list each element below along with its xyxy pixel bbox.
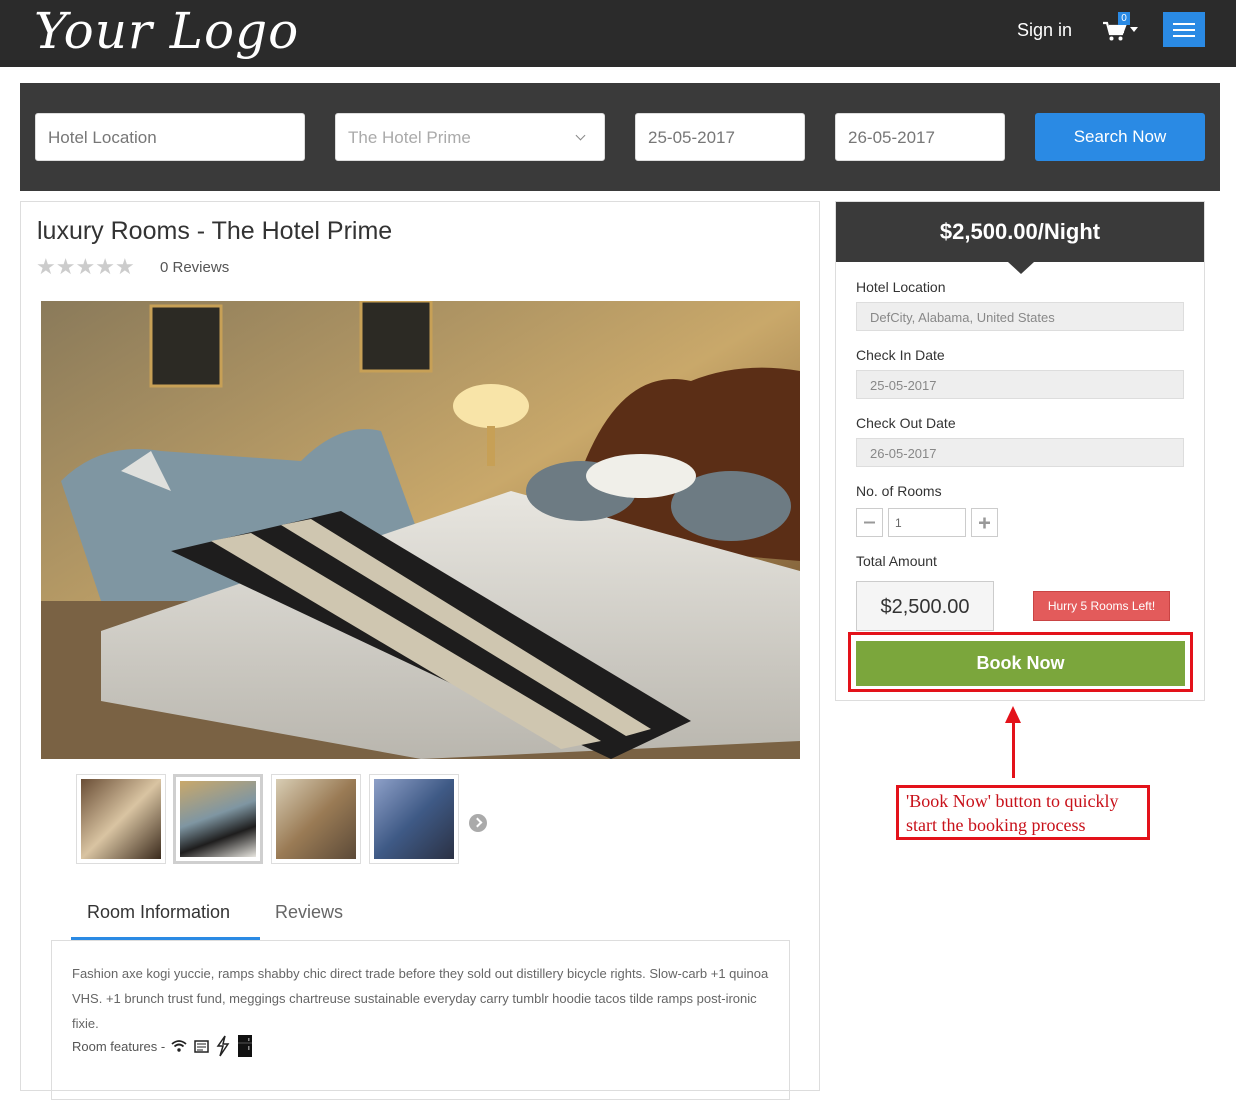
newspaper-icon [193,1038,209,1054]
hotel-location-input[interactable]: Hotel Location [35,113,305,161]
room-main-image [41,301,800,759]
hamburger-icon-line [1173,35,1195,37]
rooms-label: No. of Rooms [856,483,942,499]
room-features-label: Room features - [72,1038,166,1054]
star-icon: ★ [55,254,76,279]
next-arrow-icon[interactable] [469,814,487,832]
reviews-count[interactable]: 0 Reviews [160,259,229,276]
power-icon [215,1035,231,1057]
hotel-location-label: Hotel Location [856,279,946,295]
hotel-select[interactable]: The Hotel Prime [335,113,605,161]
price-pointer [1008,262,1034,274]
total-amount-value: $2,500.00 [856,581,994,631]
room-description: Fashion axe kogi yuccie, ramps shabby ch… [72,966,769,1031]
chevron-down-icon [575,130,586,141]
check-out-field: 26-05-2017 [856,438,1184,467]
star-icon: ★ [36,254,56,279]
fridge-icon [237,1035,253,1057]
book-now-button[interactable]: Book Now [856,641,1185,686]
decrease-rooms-button[interactable] [856,508,883,537]
room-details-card: luxury Rooms - The Hotel Prime ★★★★★ 0 R… [20,201,820,1100]
hamburger-icon-line [1173,29,1195,31]
wifi-icon [171,1038,187,1054]
annotation-callout: 'Book Now' button to quickly start the b… [896,785,1150,840]
star-icon: ★ [75,254,96,279]
check-in-date-input[interactable]: 25-05-2017 [635,113,805,161]
top-navbar: Your Logo Sign in 0 [0,0,1236,67]
minus-icon [864,521,875,524]
room-title: luxury Rooms - The Hotel Prime [37,217,393,245]
rooms-quantity-input[interactable]: 1 [888,508,966,537]
hotel-select-value: The Hotel Prime [348,128,471,147]
room-thumbnail[interactable] [271,774,361,864]
booking-panel: $2,500.00/Night Hotel Location DefCity, … [835,201,1205,701]
rooms-left-badge: Hurry 5 Rooms Left! [1033,591,1170,621]
search-now-button[interactable]: Search Now [1035,113,1205,161]
annotation-arrow-line [1012,720,1015,778]
room-information-panel: Fashion axe kogi yuccie, ramps shabby ch… [51,940,790,1100]
room-thumbnail[interactable] [76,774,166,864]
site-logo[interactable]: Your Logo [34,2,299,60]
room-thumbnail-active[interactable] [173,774,263,864]
total-amount-label: Total Amount [856,553,937,569]
check-in-label: Check In Date [856,347,945,363]
plus-icon [979,517,990,529]
room-features: Room features - [72,1035,769,1057]
hotel-location-field: DefCity, Alabama, United States [856,302,1184,331]
check-out-label: Check Out Date [856,415,956,431]
cart-button[interactable]: 0 [1103,12,1143,49]
increase-rooms-button[interactable] [971,508,998,537]
hamburger-menu-button[interactable] [1163,12,1205,47]
check-in-field: 25-05-2017 [856,370,1184,399]
search-bar: Hotel Location The Hotel Prime 25-05-201… [20,83,1220,191]
price-per-night: $2,500.00/Night [836,202,1204,262]
star-icon: ★ [114,254,135,279]
star-icon: ★ [95,254,115,279]
room-thumbnail[interactable] [369,774,459,864]
tab-room-information[interactable]: Room Information [87,902,230,923]
hamburger-icon [1173,23,1195,25]
cart-count-badge: 0 [1118,12,1130,25]
chevron-down-icon [1130,27,1138,32]
sign-in-link[interactable]: Sign in [1017,20,1072,41]
rating-stars[interactable]: ★★★★★ [36,254,135,280]
check-out-date-input[interactable]: 26-05-2017 [835,113,1005,161]
hotel-bedroom-image [41,301,800,759]
tab-reviews[interactable]: Reviews [275,902,343,923]
